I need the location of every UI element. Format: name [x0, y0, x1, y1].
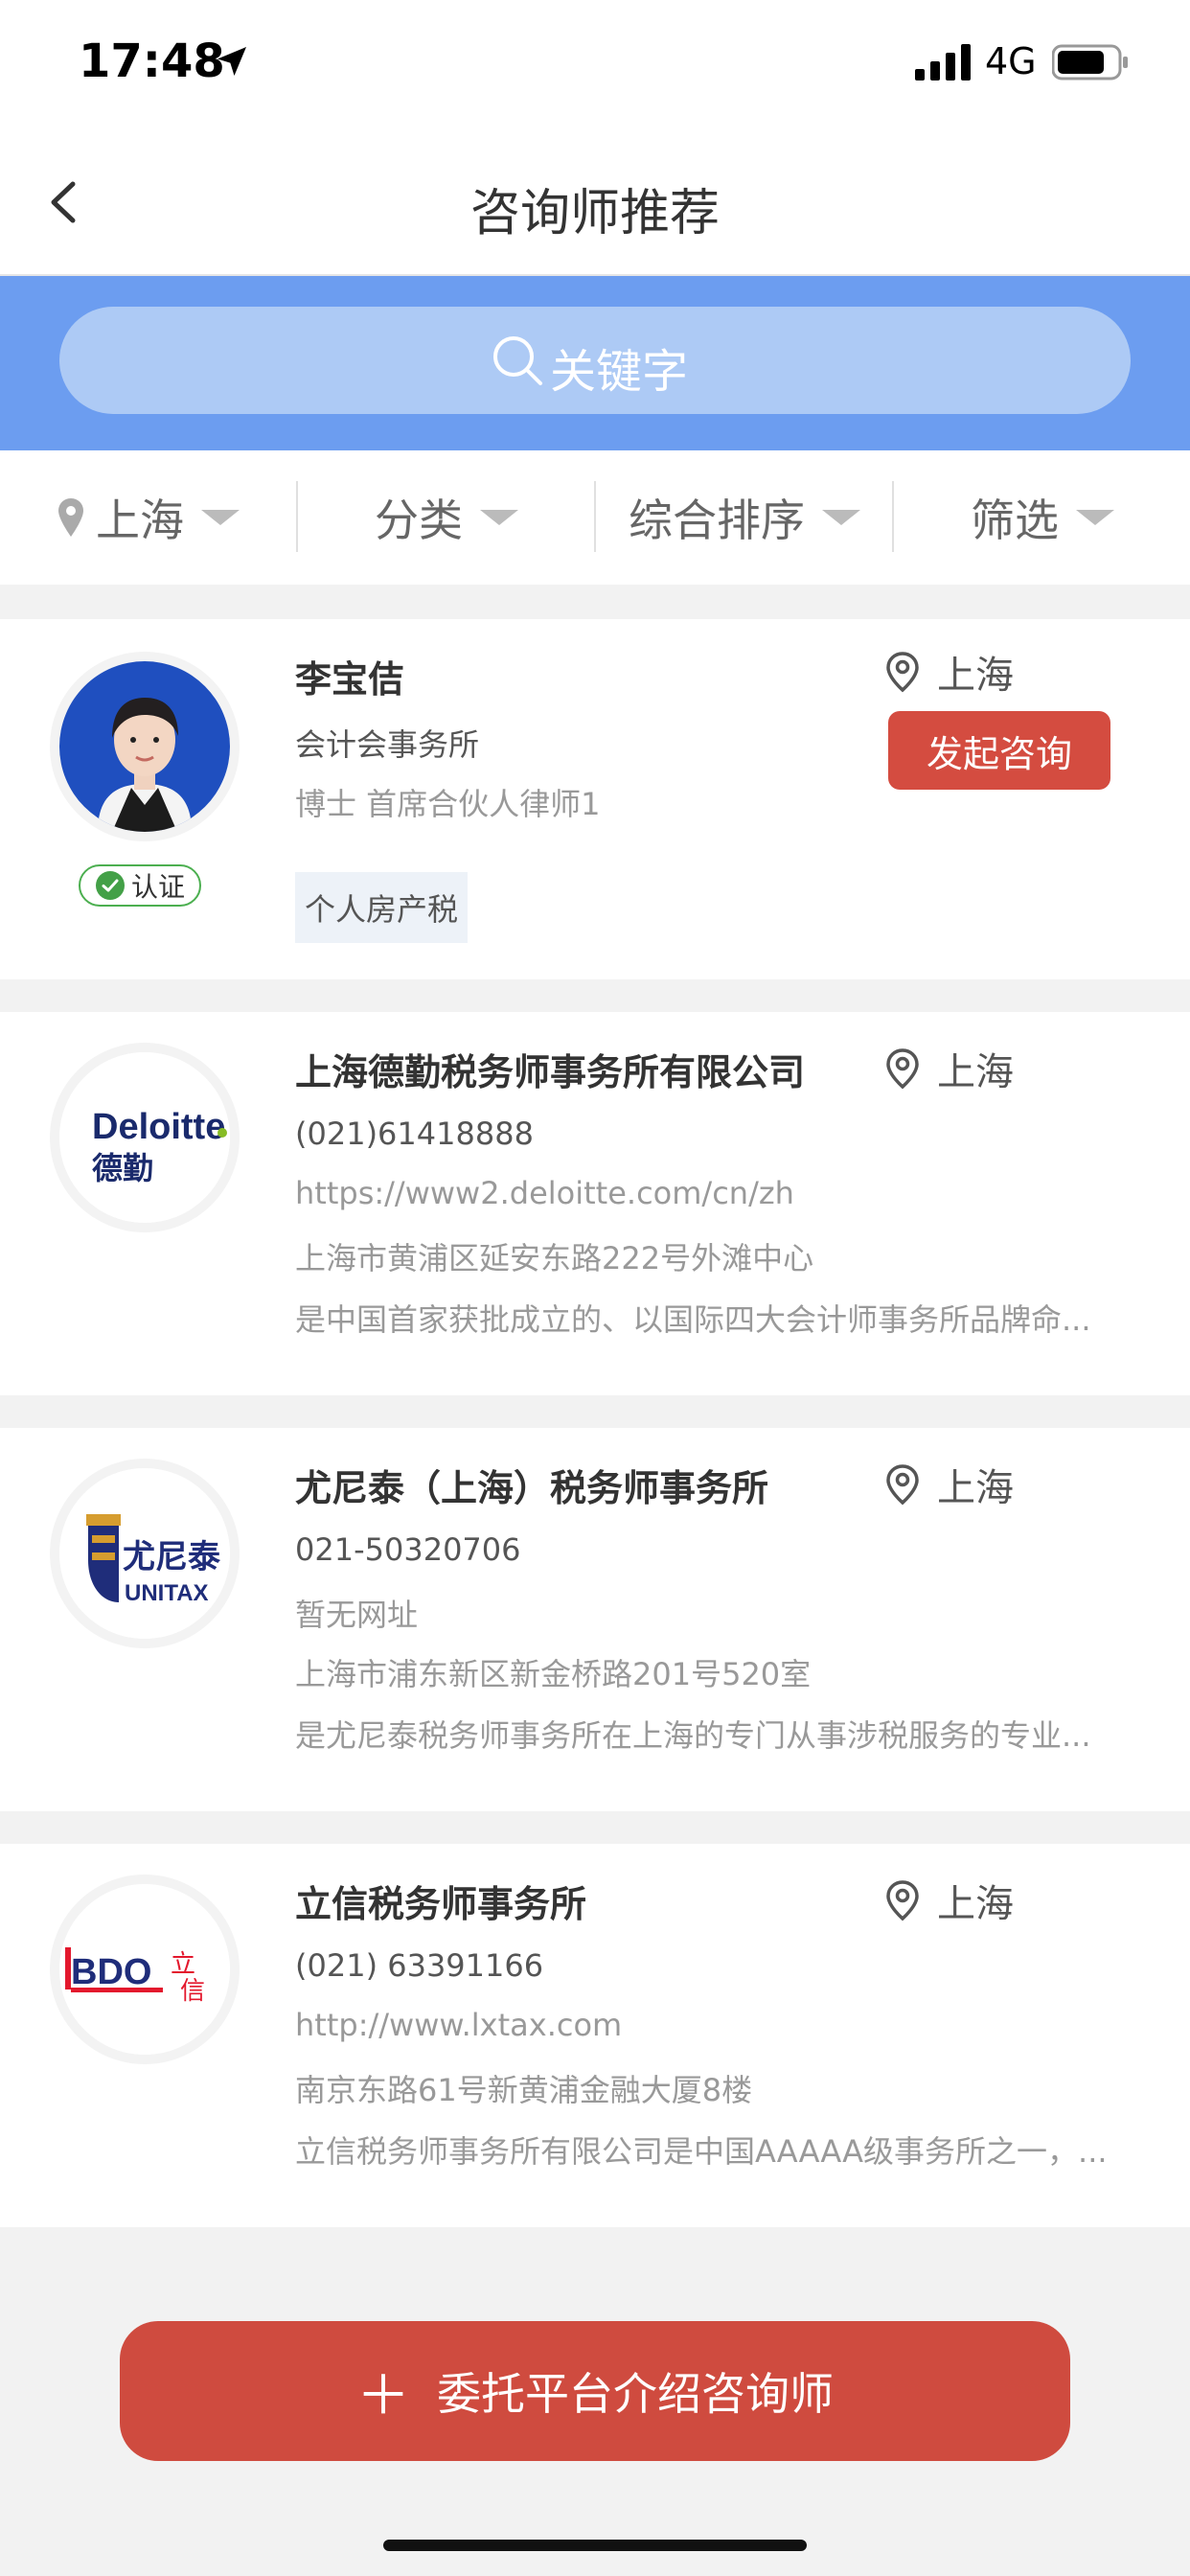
- firm-card-bdo[interactable]: BDO 立 信 立信税务师事务所 (021) 63391166 http://w…: [0, 1844, 1190, 2227]
- unitax-logo-image: 尤尼泰 UNITAX: [59, 1468, 230, 1639]
- firm-name: 立信税务师事务所: [295, 1883, 587, 1925]
- firm-phone[interactable]: (021) 63391166: [295, 1947, 1129, 1984]
- avatar: [50, 652, 240, 841]
- svg-text:Deloitte: Deloitte: [92, 1107, 225, 1147]
- filter-category[interactable]: 分类: [298, 450, 595, 585]
- page-title: 咨询师推荐: [469, 185, 720, 242]
- firm-logo: BDO 立 信: [50, 1874, 240, 2064]
- search-input[interactable]: 关键字: [59, 307, 1131, 414]
- firm-phone[interactable]: (021)61418888: [295, 1116, 1129, 1152]
- firm-website: 暂无网址: [295, 1597, 419, 1633]
- firm-description: 是尤尼泰税务师事务所在上海的专门从事涉税服务的专业...: [295, 1717, 1091, 1754]
- firm-address: 上海市浦东新区新金桥路201号520室: [295, 1656, 812, 1692]
- caret-down-icon: [480, 510, 518, 525]
- firm-website[interactable]: https://www2.deloitte.com/cn/zh: [295, 1175, 1129, 1211]
- entrust-platform-button[interactable]: ＋ 委托平台介绍咨询师: [120, 2321, 1070, 2461]
- signal-icon: [915, 44, 971, 80]
- firm-card-unitax[interactable]: 尤尼泰 UNITAX 尤尼泰（上海）税务师事务所 021-50320706 暂无…: [0, 1428, 1190, 1811]
- firm-name: 上海德勤税务师事务所有限公司: [295, 1051, 806, 1093]
- verified-label: 认证: [130, 871, 185, 903]
- location-pin-icon: [886, 1880, 919, 1921]
- filter-bar: 上海 分类 综合排序 筛选: [0, 450, 1190, 585]
- firm-name: 尤尼泰（上海）税务师事务所: [295, 1467, 769, 1509]
- battery-icon: [1052, 44, 1128, 80]
- caret-down-icon: [1076, 510, 1114, 525]
- advisor-city: 上海: [883, 644, 1014, 700]
- verified-badge: 认证: [79, 864, 201, 907]
- location-pin-icon: [886, 1048, 919, 1090]
- filter-city[interactable]: 上海: [0, 450, 297, 585]
- nav-bar: 咨询师推荐: [0, 125, 1190, 276]
- home-indicator: [383, 2540, 807, 2551]
- advisor-card[interactable]: 认证 李宝佶 会计会事务所 博士 首席合伙人律师1 个人房产税 上海 发起咨询: [0, 619, 1190, 979]
- check-circle-icon: [95, 871, 125, 900]
- firm-card-deloitte[interactable]: Deloitte 德勤 上海德勤税务师事务所有限公司 (021)61418888…: [0, 1012, 1190, 1395]
- status-bar: 17:48 4G: [0, 0, 1190, 125]
- network-type: 4G: [985, 40, 1037, 82]
- entrust-label: 委托平台介绍咨询师: [437, 2368, 834, 2420]
- caret-down-icon: [822, 510, 860, 525]
- bottom-bar: ＋ 委托平台介绍咨询师: [0, 2283, 1190, 2576]
- firm-city: 上海: [883, 1873, 1014, 1928]
- filter-screen-label: 筛选: [971, 494, 1059, 546]
- bdo-logo-image: BDO 立 信: [59, 1884, 230, 2055]
- location-pin-icon: [58, 498, 83, 537]
- firm-logo: 尤尼泰 UNITAX: [50, 1459, 240, 1648]
- deloitte-logo: Deloitte 德勤: [59, 1052, 230, 1223]
- unitax-logo: 尤尼泰 UNITAX: [59, 1468, 230, 1639]
- filter-sort[interactable]: 综合排序: [596, 450, 893, 585]
- filter-sort-label: 综合排序: [629, 494, 805, 546]
- status-time: 17:48: [79, 34, 225, 88]
- firm-description: 是中国首家获批成立的、以国际四大会计师事务所品牌命...: [295, 1301, 1091, 1338]
- caret-down-icon: [201, 510, 240, 525]
- location-pin-icon: [886, 652, 919, 693]
- firm-address: 上海市黄浦区延安东路222号外滩中心: [295, 1240, 814, 1276]
- firm-website[interactable]: http://www.lxtax.com: [295, 2007, 1129, 2043]
- firm-address: 南京东路61号新黄浦金融大厦8楼: [295, 2072, 753, 2108]
- firm-city: 上海: [883, 1457, 1014, 1512]
- filter-screen[interactable]: 筛选: [894, 450, 1190, 585]
- firm-city-label: 上海: [937, 1882, 1014, 1926]
- firm-city-label: 上海: [937, 1466, 1014, 1510]
- expertise-tag: 个人房产税: [295, 872, 469, 943]
- svg-text:德勤: 德勤: [92, 1150, 153, 1186]
- svg-text:UNITAX: UNITAX: [125, 1580, 209, 1606]
- person-avatar-icon: [59, 661, 230, 832]
- firm-phone[interactable]: 021-50320706: [295, 1531, 1129, 1568]
- firm-city: 上海: [883, 1041, 1014, 1096]
- firm-city-label: 上海: [937, 1050, 1014, 1094]
- location-pin-icon: [886, 1464, 919, 1506]
- start-consult-button[interactable]: 发起咨询: [888, 711, 1110, 790]
- location-arrow-icon: [217, 47, 246, 76]
- bdo-logo: BDO 立 信: [59, 1884, 230, 2055]
- svg-text:信: 信: [180, 1977, 205, 2006]
- svg-text:BDO: BDO: [71, 1952, 151, 1992]
- search-icon: [493, 336, 542, 385]
- svg-text:立: 立: [171, 1950, 195, 1979]
- firm-description: 立信税务师事务所有限公司是中国AAAAA级事务所之一，...: [295, 2133, 1108, 2170]
- firm-logo: Deloitte 德勤: [50, 1043, 240, 1232]
- avatar-photo: [59, 661, 230, 832]
- plus-icon: ＋: [356, 2364, 410, 2427]
- filter-category-label: 分类: [375, 494, 463, 546]
- advisor-name: 李宝佶: [295, 658, 405, 701]
- search-placeholder: 关键字: [550, 345, 689, 399]
- svg-text:尤尼泰: 尤尼泰: [123, 1538, 221, 1576]
- search-bar: 关键字: [0, 276, 1190, 450]
- deloitte-logo-image: Deloitte 德勤: [59, 1052, 230, 1223]
- advisor-city-label: 上海: [937, 654, 1014, 698]
- filter-city-label: 上海: [96, 494, 184, 546]
